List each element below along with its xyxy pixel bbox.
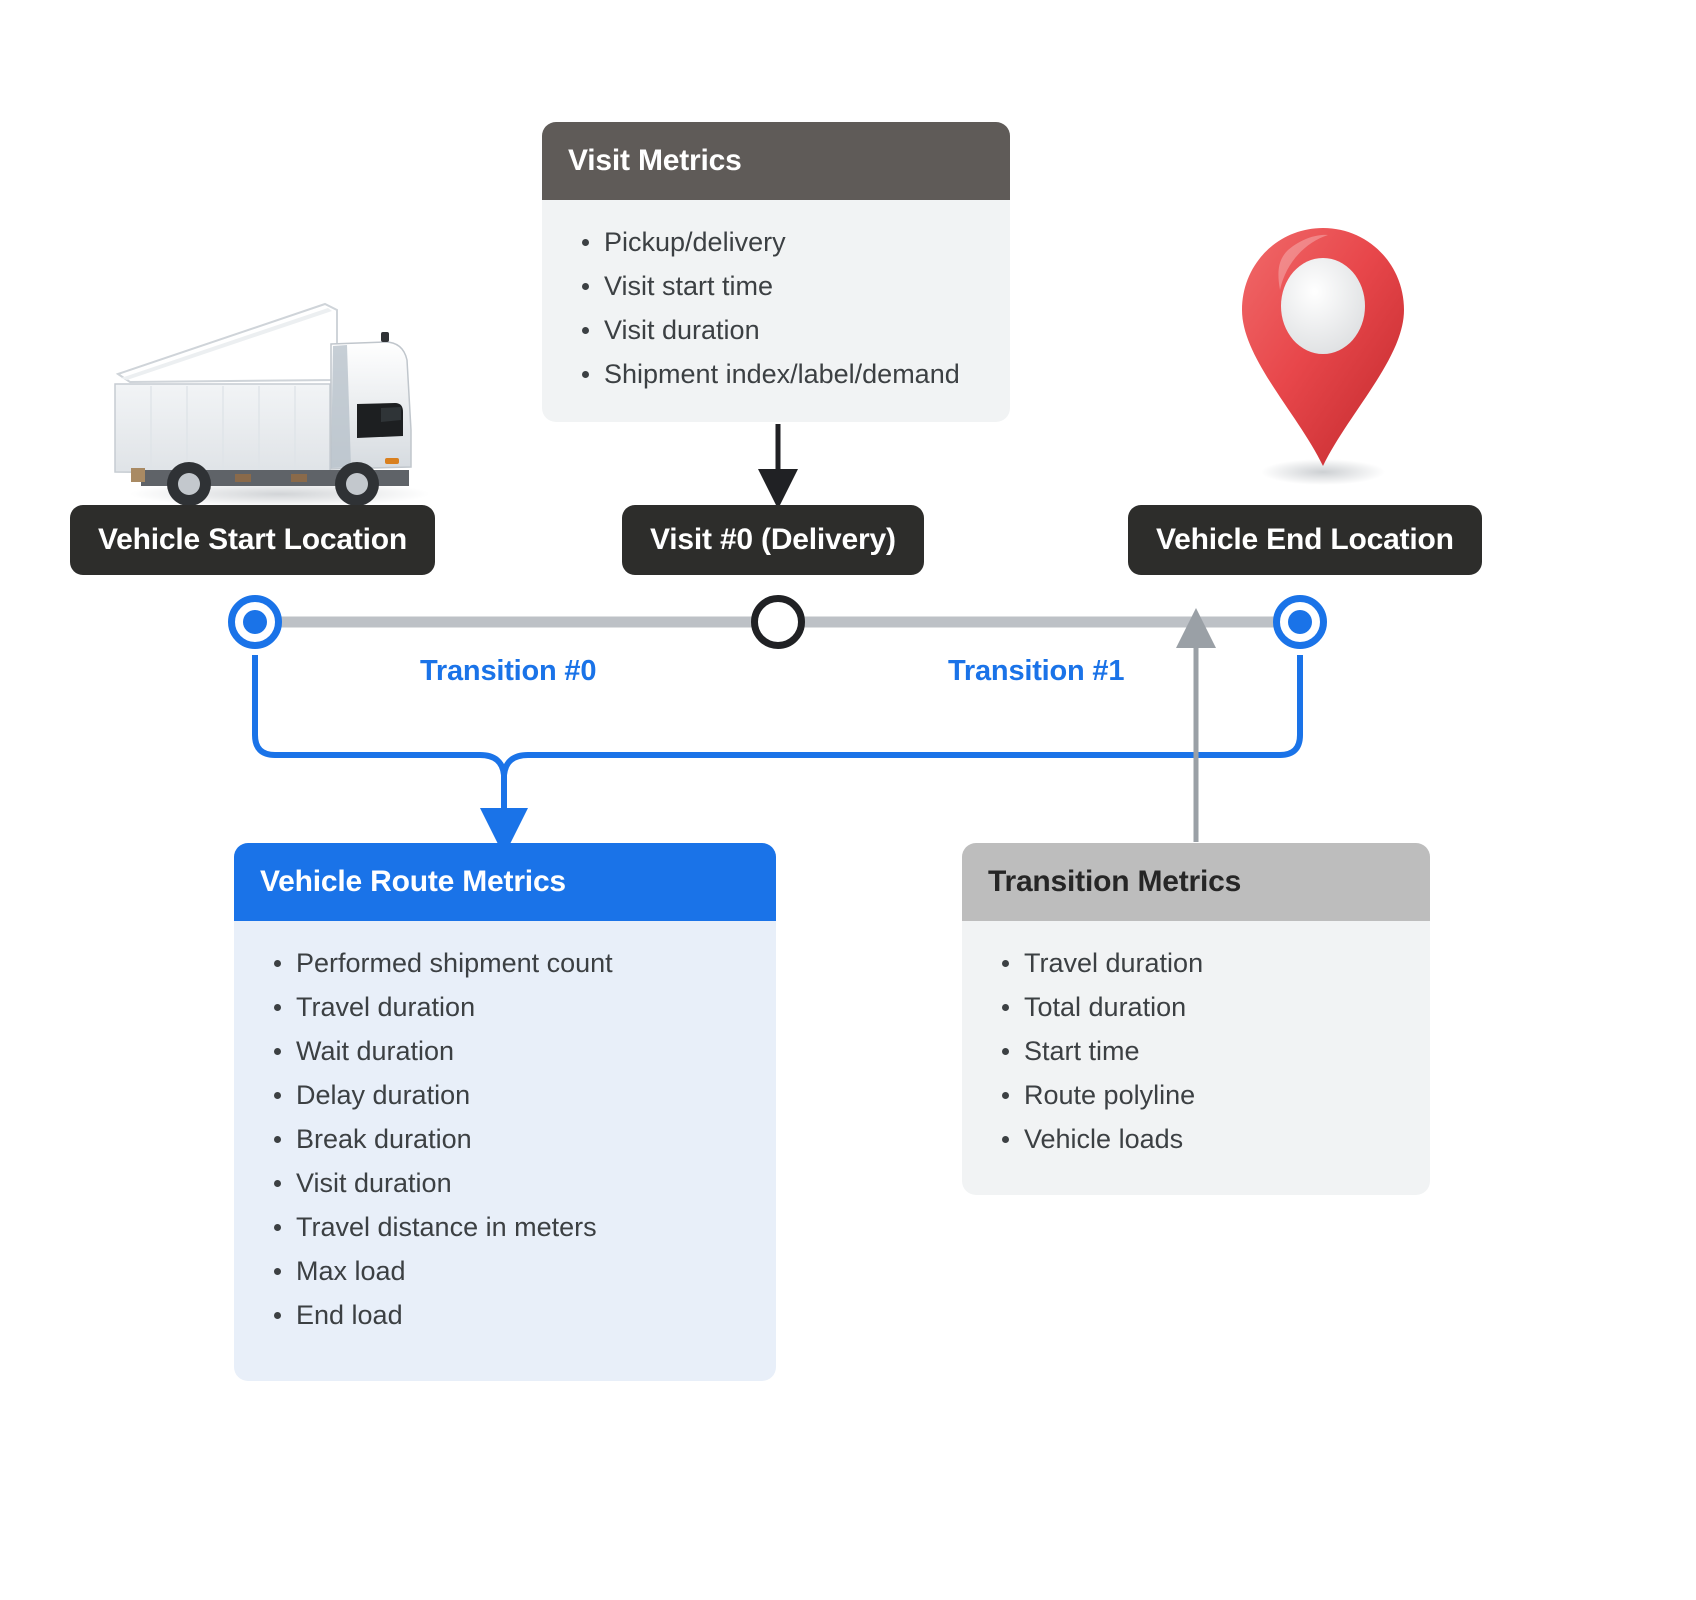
label-vehicle-start-location: Vehicle Start Location <box>70 505 436 575</box>
card-visit-metrics-body: Pickup/delivery Visit start time Visit d… <box>542 200 1010 422</box>
list-item: Vehicle loads <box>988 1117 1404 1161</box>
card-transition-metrics-body: Travel duration Total duration Start tim… <box>962 921 1430 1195</box>
card-vehicle-route-metrics-body: Performed shipment count Travel duration… <box>234 921 776 1381</box>
transition-metrics-list: Travel duration Total duration Start tim… <box>988 941 1404 1161</box>
vehicle-route-metrics-list: Performed shipment count Travel duration… <box>260 941 750 1337</box>
label-transition-1: Transition #1 <box>948 655 1125 687</box>
visit-metrics-list: Pickup/delivery Visit start time Visit d… <box>568 220 984 396</box>
diagram-canvas: Vehicle Start Location Visit #0 (Deliver… <box>0 0 1696 1600</box>
list-item: Total duration <box>988 985 1404 1029</box>
list-item: Travel duration <box>260 985 750 1029</box>
list-item: End load <box>260 1293 750 1337</box>
timeline-node-vehicle-start[interactable] <box>228 595 282 649</box>
card-vehicle-route-metrics-title: Vehicle Route Metrics <box>234 843 776 921</box>
list-item: Visit duration <box>568 308 984 352</box>
list-item: Max load <box>260 1249 750 1293</box>
card-vehicle-route-metrics: Vehicle Route Metrics Performed shipment… <box>234 843 776 1381</box>
list-item: Travel distance in meters <box>260 1205 750 1249</box>
route-metrics-connector-right <box>501 655 1303 776</box>
list-item: Visit duration <box>260 1161 750 1205</box>
label-vehicle-end-location: Vehicle End Location <box>1128 505 1482 575</box>
list-item: Route polyline <box>988 1073 1404 1117</box>
list-item: Start time <box>988 1029 1404 1073</box>
list-item: Visit start time <box>568 264 984 308</box>
label-visit-0-delivery: Visit #0 (Delivery) <box>622 505 924 575</box>
timeline-node-vehicle-end[interactable] <box>1273 595 1327 649</box>
map-pin-icon <box>1242 228 1404 485</box>
list-item: Performed shipment count <box>260 941 750 985</box>
list-item: Break duration <box>260 1117 750 1161</box>
card-transition-metrics: Transition Metrics Travel duration Total… <box>962 843 1430 1195</box>
timeline-node-visit-0[interactable] <box>751 595 805 649</box>
list-item: Shipment index/label/demand <box>568 352 984 396</box>
list-item: Travel duration <box>988 941 1404 985</box>
list-item: Pickup/delivery <box>568 220 984 264</box>
list-item: Delay duration <box>260 1073 750 1117</box>
card-visit-metrics-title: Visit Metrics <box>542 122 1010 200</box>
list-item: Wait duration <box>260 1029 750 1073</box>
card-visit-metrics: Visit Metrics Pickup/delivery Visit star… <box>542 122 1010 422</box>
card-transition-metrics-title: Transition Metrics <box>962 843 1430 921</box>
label-transition-0: Transition #0 <box>420 655 597 687</box>
delivery-truck-icon <box>114 302 430 507</box>
